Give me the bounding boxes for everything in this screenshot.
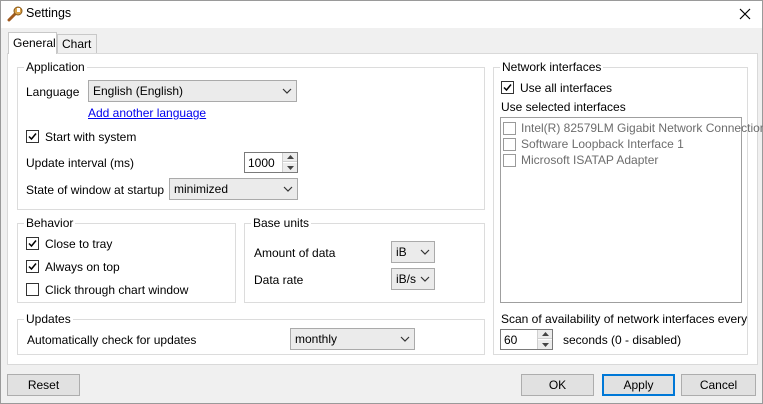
window-title: Settings: [26, 6, 72, 20]
start-with-system-label: Start with system: [45, 130, 137, 144]
window-state-select[interactable]: minimized: [169, 178, 298, 200]
use-selected-interfaces-label: Use selected interfaces: [501, 100, 626, 114]
window-state-label: State of window at startup: [26, 183, 165, 197]
language-label: Language: [26, 85, 80, 99]
scan-availability-label: Scan of availability of network interfac…: [501, 312, 748, 326]
general-tab-panel: Application Language English (English) A…: [7, 53, 763, 365]
spin-up-button[interactable]: [538, 330, 552, 339]
arrow-up-icon: [286, 155, 294, 159]
spinner-buttons: [537, 330, 552, 349]
behavior-group: Behavior Close to tray Always on top Cli…: [17, 216, 236, 303]
checkmark-icon: [503, 84, 512, 92]
checkmark-icon: [28, 263, 37, 271]
amount-of-data-value: iB: [396, 245, 407, 259]
check-updates-select[interactable]: monthly: [290, 328, 415, 350]
add-language-link[interactable]: Add another language: [88, 106, 206, 120]
network-interfaces-group: Network interfaces Use all interfaces Us…: [493, 60, 763, 355]
interface-name: Software Loopback Interface 1: [521, 137, 684, 151]
title-bar: Settings: [1, 1, 762, 28]
scan-interval-value: 60: [504, 333, 518, 347]
chevron-down-icon: [400, 336, 410, 342]
spin-up-button[interactable]: [283, 153, 297, 162]
update-interval-spinner[interactable]: 1000: [244, 152, 298, 173]
click-through-label: Click through chart window: [45, 283, 189, 297]
wrench-icon: [7, 6, 23, 22]
updates-legend: Updates: [24, 312, 73, 326]
spin-down-button[interactable]: [538, 340, 552, 349]
check-updates-value: monthly: [295, 332, 338, 346]
settings-window: Settings General Chart Application Langu…: [0, 0, 763, 404]
use-all-interfaces-label: Use all interfaces: [520, 81, 613, 95]
interface-checkbox[interactable]: [503, 138, 516, 151]
always-on-top-checkbox[interactable]: [26, 260, 39, 273]
arrow-down-icon: [286, 165, 294, 170]
update-interval-value: 1000: [248, 156, 275, 170]
language-select-value: English (English): [93, 84, 184, 98]
close-to-tray-label: Close to tray: [45, 237, 113, 251]
spin-down-button[interactable]: [283, 163, 297, 172]
data-rate-select[interactable]: iB/s: [391, 268, 435, 290]
base-units-legend: Base units: [251, 216, 312, 230]
arrow-down-icon: [541, 342, 549, 347]
chevron-down-icon: [282, 88, 292, 94]
arrow-up-icon: [541, 332, 549, 336]
data-rate-value: iB/s: [396, 272, 417, 286]
apply-button[interactable]: Apply: [602, 374, 675, 396]
checkmark-icon: [28, 133, 37, 141]
amount-of-data-label: Amount of data: [254, 246, 336, 260]
tab-general[interactable]: General: [8, 32, 57, 54]
updates-group: Updates Automatically check for updates …: [17, 312, 485, 355]
base-units-group: Base units Amount of data iB Data rate i…: [244, 216, 485, 303]
reset-button[interactable]: Reset: [7, 374, 80, 396]
interfaces-listbox[interactable]: Intel(R) 82579LM Gigabit Network Connect…: [500, 117, 763, 303]
start-with-system-checkbox[interactable]: [26, 130, 39, 143]
interface-name: Microsoft ISATAP Adapter: [521, 153, 659, 167]
click-through-checkbox[interactable]: [26, 283, 39, 296]
network-interfaces-legend: Network interfaces: [500, 60, 604, 74]
close-button[interactable]: [728, 1, 762, 27]
update-interval-label: Update interval (ms): [26, 156, 135, 170]
chevron-down-icon: [420, 276, 430, 282]
interface-checkbox[interactable]: [503, 154, 516, 167]
interface-checkbox[interactable]: [503, 122, 516, 135]
scan-interval-spinner[interactable]: 60: [500, 329, 553, 350]
spinner-buttons: [282, 153, 297, 172]
close-to-tray-checkbox[interactable]: [26, 237, 39, 250]
interface-name: Intel(R) 82579LM Gigabit Network Connect…: [521, 121, 763, 135]
cancel-button[interactable]: Cancel: [681, 374, 756, 396]
data-rate-label: Data rate: [254, 273, 304, 287]
close-icon: [739, 8, 751, 20]
scan-units-label: seconds (0 - disabled): [563, 333, 682, 347]
use-all-interfaces-checkbox[interactable]: [501, 81, 514, 94]
tab-chart[interactable]: Chart: [57, 34, 97, 53]
checkmark-icon: [28, 240, 37, 248]
behavior-legend: Behavior: [24, 216, 76, 230]
always-on-top-label: Always on top: [45, 260, 120, 274]
chevron-down-icon: [420, 249, 430, 255]
application-group: Application Language English (English) A…: [17, 60, 485, 210]
ok-button[interactable]: OK: [521, 374, 594, 396]
window-state-value: minimized: [174, 182, 229, 196]
chevron-down-icon: [283, 186, 293, 192]
check-updates-label: Automatically check for updates: [27, 333, 197, 347]
application-legend: Application: [24, 60, 87, 74]
amount-of-data-select[interactable]: iB: [391, 241, 435, 263]
language-select[interactable]: English (English): [88, 80, 297, 102]
